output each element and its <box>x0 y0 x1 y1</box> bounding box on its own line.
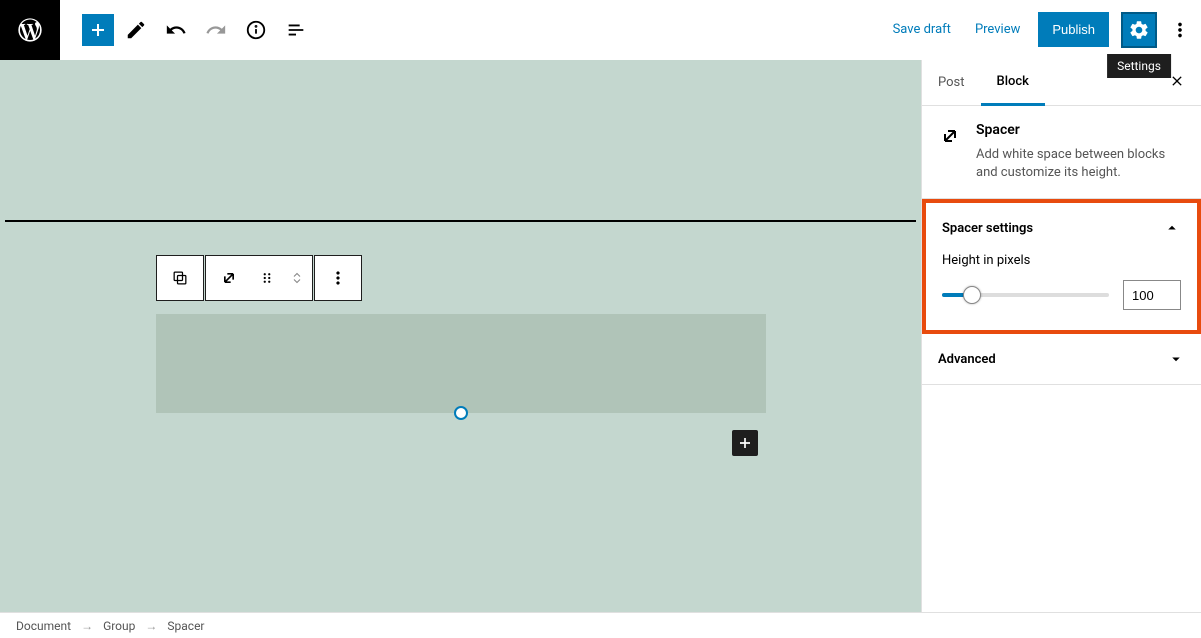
list-icon <box>285 19 307 41</box>
breadcrumb-item[interactable]: Spacer <box>167 619 204 633</box>
breadcrumb-sep: → <box>81 619 93 633</box>
dots-vertical-icon <box>1169 19 1191 41</box>
expand-icon <box>938 124 962 148</box>
wordpress-icon <box>16 16 44 44</box>
settings-button[interactable]: Settings <box>1121 12 1157 48</box>
plus-icon <box>86 18 110 42</box>
edit-mode-button[interactable] <box>118 12 154 48</box>
undo-button[interactable] <box>158 12 194 48</box>
gear-icon <box>1128 19 1150 41</box>
breadcrumb-item[interactable]: Document <box>16 619 71 633</box>
publish-button[interactable]: Publish <box>1038 12 1109 47</box>
block-desc: Add white space between blocks and custo… <box>976 146 1185 182</box>
info-button[interactable] <box>238 12 274 48</box>
slider-thumb[interactable] <box>963 286 981 304</box>
advanced-toggle[interactable]: Advanced <box>922 334 1201 384</box>
block-description: Spacer Add white space between blocks an… <box>922 106 1201 199</box>
breadcrumb-item[interactable]: Group <box>103 619 135 633</box>
select-parent-button[interactable] <box>157 256 203 300</box>
tab-block[interactable]: Block <box>981 60 1045 106</box>
block-name: Spacer <box>976 122 1185 138</box>
close-sidebar-button[interactable] <box>1153 60 1201 107</box>
chevrons-icon <box>288 269 306 287</box>
save-draft-button[interactable]: Save draft <box>887 14 957 45</box>
resize-handle[interactable] <box>454 406 468 420</box>
chevron-down-icon <box>1167 350 1185 368</box>
plus-icon <box>735 433 755 453</box>
tab-post[interactable]: Post <box>922 61 981 104</box>
info-icon <box>245 19 267 41</box>
move-up-down-button[interactable] <box>282 256 312 300</box>
copy-icon <box>170 268 190 288</box>
inline-inserter-button[interactable] <box>732 430 758 456</box>
pencil-icon <box>125 19 147 41</box>
more-menu-button[interactable] <box>1169 12 1191 48</box>
height-input[interactable] <box>1123 280 1181 310</box>
undo-icon <box>165 19 187 41</box>
dots-vertical-icon <box>328 268 348 288</box>
spacer-settings-toggle[interactable]: Spacer settings <box>926 203 1197 253</box>
height-slider[interactable] <box>942 293 1109 297</box>
height-label: Height in pixels <box>942 253 1181 268</box>
outline-button[interactable] <box>278 12 314 48</box>
top-toolbar: Save draft Preview Publish Settings <box>0 0 1201 60</box>
block-more-button[interactable] <box>315 256 361 300</box>
expand-icon <box>219 268 239 288</box>
advanced-panel: Advanced <box>922 334 1201 385</box>
panel-title: Spacer settings <box>942 221 1033 236</box>
breadcrumb-sep: → <box>145 619 157 633</box>
add-block-button[interactable] <box>82 14 114 46</box>
spacer-settings-panel: Spacer settings Height in pixels <box>922 199 1201 334</box>
drag-icon <box>258 269 276 287</box>
redo-button[interactable] <box>198 12 234 48</box>
block-type-button[interactable] <box>206 256 252 300</box>
settings-sidebar: Post Block Spacer Add white space betwee… <box>921 60 1201 612</box>
separator-block[interactable] <box>5 220 916 222</box>
panel-title: Advanced <box>938 352 996 367</box>
chevron-up-icon <box>1163 219 1181 237</box>
spacer-block[interactable] <box>156 314 766 413</box>
preview-button[interactable]: Preview <box>969 14 1026 45</box>
redo-icon <box>205 19 227 41</box>
close-icon <box>1169 73 1185 89</box>
wordpress-logo[interactable] <box>0 0 60 60</box>
block-toolbar <box>156 255 362 301</box>
drag-handle[interactable] <box>252 256 282 300</box>
breadcrumb: Document → Group → Spacer <box>0 612 1201 638</box>
editor-canvas[interactable] <box>0 60 921 612</box>
